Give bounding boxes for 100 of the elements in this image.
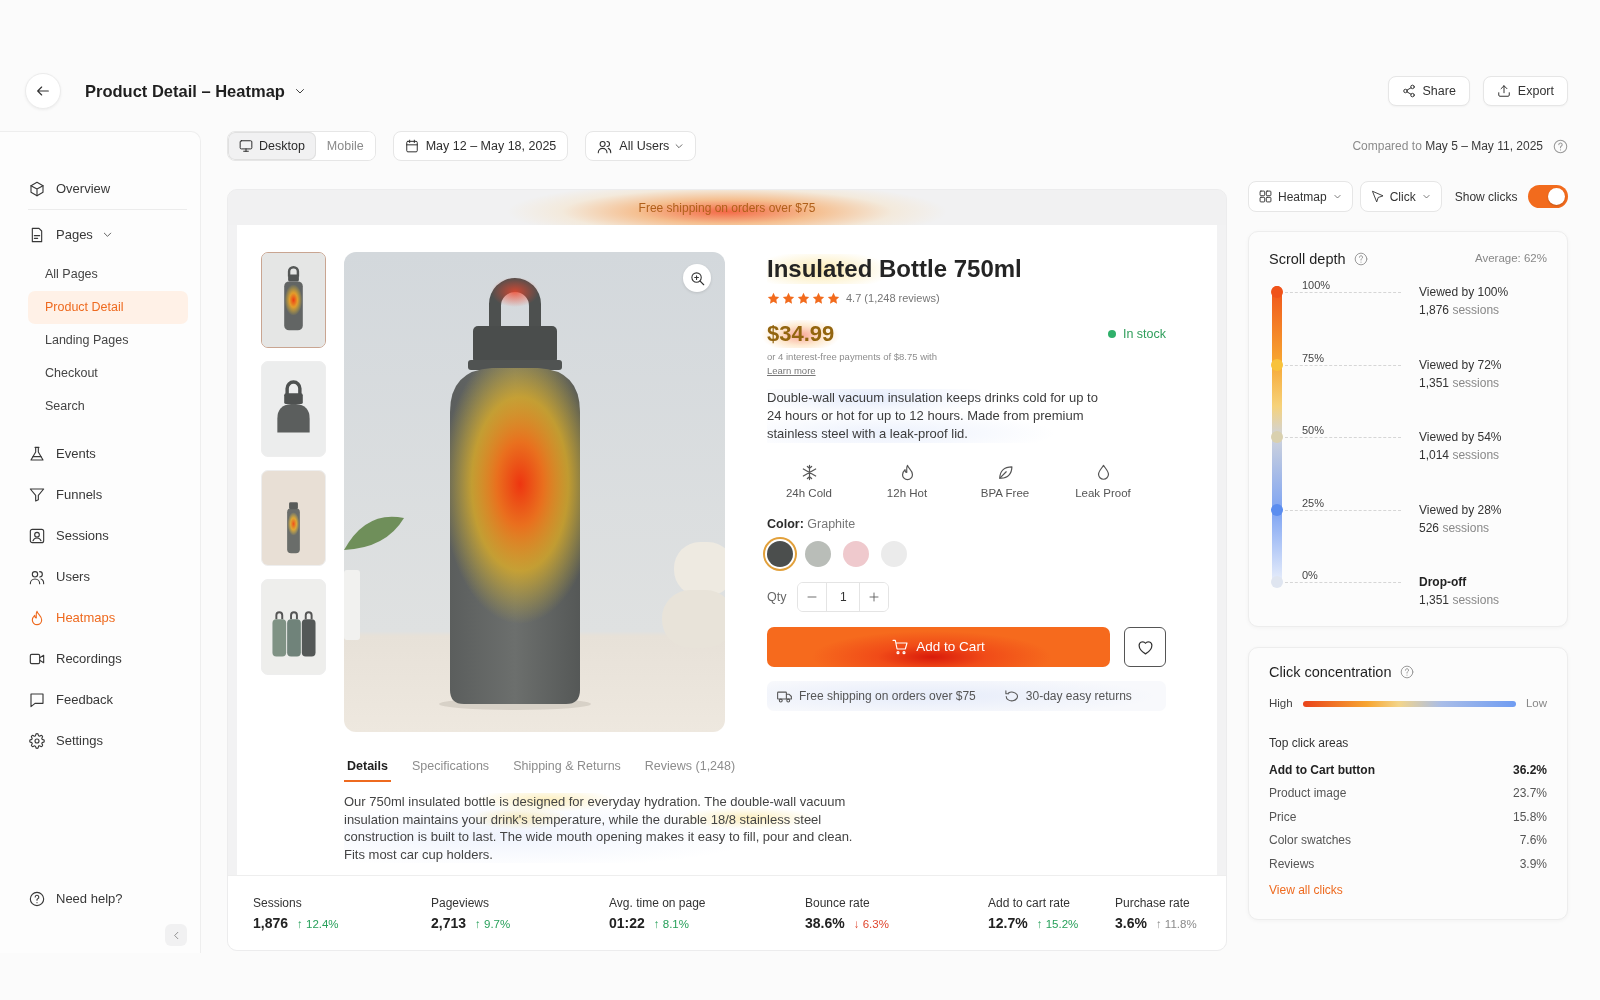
metric-label: Avg. time on page: [609, 895, 707, 911]
metric-change: ↓ 6.3%: [853, 917, 889, 932]
audience-dropdown[interactable]: All Users: [585, 131, 697, 161]
session-count: 526 sessions: [1419, 519, 1491, 537]
click-area-label: Price: [1269, 808, 1297, 826]
metric-value: 38.6%: [805, 914, 845, 933]
session-count: 1,876 sessions: [1419, 302, 1501, 319]
grid-icon: [1259, 190, 1272, 203]
feature-label: 24h Cold: [785, 486, 832, 501]
quantity-stepper[interactable]: 1: [797, 582, 890, 612]
depth-title: Viewed by 28%: [1419, 501, 1502, 519]
wishlist-button[interactable]: [1124, 627, 1166, 667]
help-icon: [1353, 252, 1368, 266]
stock-status: In stock: [1122, 325, 1166, 343]
status-dot-icon: [1107, 330, 1116, 338]
session-count: 1,014 sessions: [1419, 447, 1501, 464]
metric-change: ↑ 15.2%: [1036, 917, 1079, 932]
bottle-drawing: [272, 611, 287, 657]
metric-label: Purchase rate: [1115, 895, 1191, 911]
metric-value: 2,713: [431, 914, 467, 933]
bottle-drawing: [287, 611, 301, 657]
share-button[interactable]: Share: [1387, 76, 1470, 106]
star-icon: [782, 291, 795, 305]
cube-icon: [29, 181, 45, 197]
depth-label: 25%: [1302, 495, 1326, 510]
bottle-drawing: [301, 611, 316, 657]
color-swatch[interactable]: [805, 541, 831, 567]
metric-change: ↑ 9.7%: [475, 917, 511, 932]
sidebar-subitem[interactable]: Search: [28, 390, 188, 423]
quantity-label: Qty: [767, 588, 787, 606]
chevron-down-icon: [674, 141, 685, 151]
section-label: Top click areas: [1269, 735, 1350, 752]
sidebar-item[interactable]: Overview: [0, 169, 200, 209]
sidebar-subitem[interactable]: All Pages: [28, 258, 188, 291]
device-tab[interactable]: Desktop: [228, 132, 316, 160]
session-count: 1,351 sessions: [1419, 374, 1501, 392]
average-text: Average: 62%: [1474, 251, 1547, 267]
share-icon: [1401, 84, 1416, 98]
metric-value: 1,876: [253, 914, 289, 933]
heart-icon: [1136, 638, 1154, 656]
star-icon: [812, 291, 825, 305]
feature-label: BPA Free: [980, 486, 1030, 501]
help-icon: [29, 890, 45, 907]
upload-icon: [1496, 84, 1511, 98]
sidebar-item[interactable]: Settings: [0, 720, 200, 761]
users-icon: [597, 138, 613, 154]
zoom-in-icon: [689, 270, 705, 286]
show-clicks-toggle[interactable]: [1528, 185, 1568, 208]
sidebar-item[interactable]: Feedback: [0, 679, 200, 720]
depth-title: Viewed by 54%: [1419, 429, 1502, 446]
metric-label: Bounce rate: [805, 895, 871, 911]
return-arrow-icon: [1003, 688, 1019, 704]
depth-title: Viewed by 100%: [1419, 284, 1509, 301]
help-link[interactable]: Need help?: [0, 878, 200, 919]
depth-title: Drop-off: [1419, 574, 1468, 591]
depth-label: 100%: [1302, 278, 1332, 292]
page-title-dropdown[interactable]: Product Detail – Heatmap: [85, 78, 306, 104]
perk-text: 30-day easy returns: [1025, 688, 1132, 705]
sidebar-item[interactable]: Users: [0, 556, 200, 597]
snowflake-icon: [800, 464, 818, 481]
learn-more-link[interactable]: Learn more: [767, 364, 816, 378]
sidebar-subitem[interactable]: Checkout: [28, 357, 188, 390]
monitor-icon: [239, 139, 253, 153]
back-button[interactable]: [25, 73, 61, 109]
help-icon: [1553, 138, 1568, 154]
card-title: Scroll depth: [1269, 250, 1346, 269]
bottle-drawing: [277, 380, 310, 433]
sidebar-subitem[interactable]: Landing Pages: [28, 324, 188, 357]
product-tab[interactable]: Details: [344, 752, 391, 782]
chevron-down-icon: [1332, 192, 1342, 201]
sidebar-item[interactable]: Sessions: [0, 515, 200, 556]
chevron-down-icon: [101, 229, 113, 240]
perk-text: Free shipping on orders over $75: [799, 688, 976, 705]
arrow-left-icon: [35, 83, 51, 99]
calendar-icon: [404, 139, 419, 153]
bottle-drawing: [287, 502, 300, 554]
comparison-text: Compared to May 5 – May 11, 2025: [1352, 138, 1543, 155]
color-swatch[interactable]: [767, 541, 793, 567]
add-to-cart-button[interactable]: Add to Cart: [767, 627, 1110, 667]
quantity-field[interactable]: 1: [826, 583, 861, 611]
metric-change: ↑ 12.4%: [297, 917, 339, 932]
cart-icon: [892, 639, 909, 655]
sidebar-item[interactable]: Funnels: [0, 474, 200, 515]
click-area-value: 3.9%: [1519, 855, 1547, 873]
thumbnail-button[interactable]: [261, 252, 326, 348]
star-icon: [797, 291, 810, 305]
export-button[interactable]: Export: [1482, 76, 1568, 106]
sidebar-item[interactable]: Events: [0, 433, 200, 474]
rating-text: 4.7 (1,248 reviews): [846, 290, 940, 306]
selected-color-text: Color: Graphite: [767, 516, 857, 532]
interaction-dropdown[interactable]: Click: [1359, 181, 1442, 212]
view-mode-dropdown[interactable]: Heatmap: [1248, 181, 1353, 212]
color-swatch[interactable]: [843, 541, 869, 567]
sidebar-item[interactable]: Pages: [0, 214, 200, 255]
metric-change: ↑ 11.8%: [1155, 917, 1197, 932]
metric-label: Sessions: [253, 895, 303, 911]
date-range-picker[interactable]: May 12 – May 18, 2025: [392, 131, 569, 161]
sidebar-item[interactable]: Recordings: [0, 638, 200, 679]
metric-label: Pageviews: [431, 895, 491, 911]
click-area-value: 7.6%: [1519, 832, 1547, 850]
